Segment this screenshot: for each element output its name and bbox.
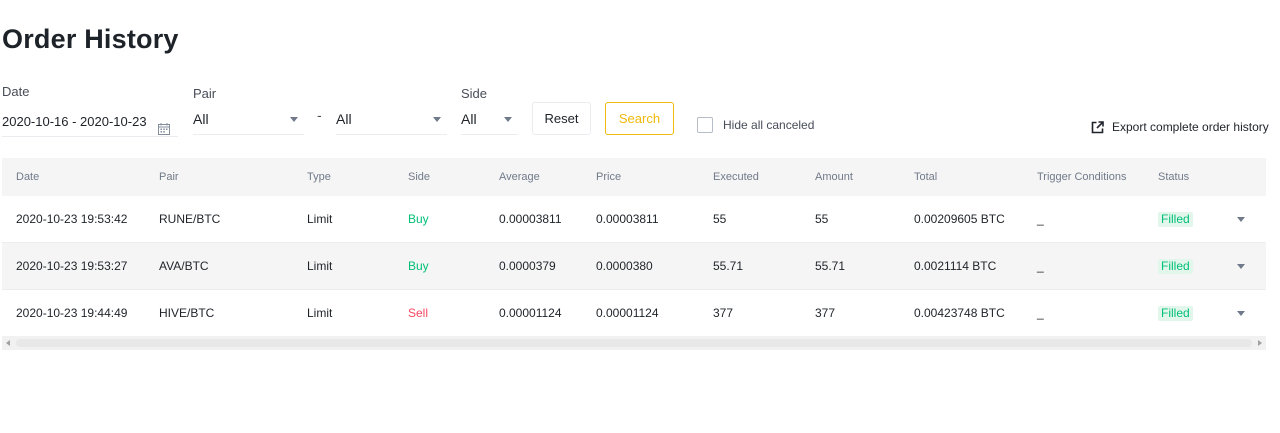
cell-trigger: _	[1037, 212, 1044, 226]
cell-price: 0.00003811	[596, 212, 659, 226]
table-row[interactable]: 2020-10-23 19:53:27 AVA/BTC Limit Buy 0.…	[2, 243, 1266, 290]
side-filter-label: Side	[461, 86, 488, 101]
header-date: Date	[16, 171, 40, 183]
cell-pair: AVA/BTC	[159, 259, 209, 273]
cell-trigger: _	[1037, 259, 1044, 273]
table-row[interactable]: 2020-10-23 19:44:49 HIVE/BTC Limit Sell …	[2, 290, 1266, 337]
cell-amount: 55.71	[815, 259, 846, 273]
scrollbar-thumb[interactable]	[16, 339, 1252, 347]
pair-quote-select[interactable]: All	[336, 105, 447, 135]
chevron-down-icon	[504, 117, 512, 122]
cell-date: 2020-10-23 19:44:49	[16, 306, 128, 320]
status-badge: Filled	[1158, 212, 1193, 227]
cell-trigger: _	[1037, 306, 1044, 320]
cell-executed: 55	[713, 212, 727, 226]
side-select[interactable]: All	[461, 105, 518, 135]
calendar-icon[interactable]	[158, 116, 170, 135]
header-status: Status	[1158, 171, 1190, 183]
cell-date: 2020-10-23 19:53:27	[16, 259, 128, 273]
header-executed: Executed	[713, 171, 759, 183]
cell-price: 0.00001124	[596, 306, 659, 320]
header-amount: Amount	[815, 171, 853, 183]
order-history-table: Date Pair Type Side Average Price Execut…	[2, 158, 1266, 337]
scroll-left-icon[interactable]	[6, 340, 10, 346]
cell-pair: HIVE/BTC	[159, 306, 215, 320]
cell-executed: 377	[713, 306, 734, 320]
cell-type: Limit	[307, 259, 333, 273]
cell-average: 0.00003811	[499, 212, 562, 226]
date-filter-label: Date	[2, 84, 30, 99]
chevron-down-icon[interactable]	[1237, 217, 1245, 222]
status-badge: Filled	[1158, 306, 1193, 321]
header-trigger-conditions: Trigger Conditions	[1037, 171, 1127, 183]
cell-total: 0.0021114 BTC	[914, 259, 997, 273]
header-pair: Pair	[159, 171, 179, 183]
pair-quote-value: All	[336, 111, 352, 127]
cell-average: 0.0000379	[499, 259, 556, 273]
search-button[interactable]: Search	[605, 102, 674, 135]
cell-total: 0.00209605 BTC	[914, 212, 1005, 226]
external-link-icon	[1091, 120, 1104, 134]
side-value: All	[461, 111, 477, 127]
hide-canceled-checkbox[interactable]	[697, 117, 713, 133]
horizontal-scrollbar[interactable]	[2, 336, 1266, 350]
cell-pair: RUNE/BTC	[159, 212, 221, 226]
table-header: Date Pair Type Side Average Price Execut…	[2, 158, 1266, 196]
reset-button[interactable]: Reset	[532, 102, 591, 135]
cell-type: Limit	[307, 212, 333, 226]
cell-side: Buy	[408, 212, 429, 226]
chevron-down-icon[interactable]	[1237, 264, 1245, 269]
cell-type: Limit	[307, 306, 333, 320]
header-side: Side	[408, 171, 431, 183]
header-price: Price	[596, 171, 622, 183]
cell-total: 0.00423748 BTC	[914, 306, 1005, 320]
cell-side: Sell	[408, 306, 429, 320]
cell-average: 0.00001124	[499, 306, 562, 320]
header-average: Average	[499, 171, 540, 183]
scroll-right-icon[interactable]	[1258, 340, 1262, 346]
hide-canceled-label[interactable]: Hide all canceled	[723, 118, 814, 132]
chevron-down-icon	[433, 117, 441, 122]
header-type: Type	[307, 171, 331, 183]
cell-amount: 55	[815, 212, 829, 226]
export-label: Export complete order history	[1112, 120, 1269, 134]
cell-date: 2020-10-23 19:53:42	[16, 212, 128, 226]
header-total: Total	[914, 171, 938, 183]
chevron-down-icon	[290, 117, 298, 122]
pair-separator: -	[317, 107, 322, 123]
pair-base-value: All	[193, 111, 209, 127]
date-range-value: 2020-10-16 - 2020-10-23	[2, 114, 147, 129]
pair-base-select[interactable]: All	[193, 105, 304, 135]
status-badge: Filled	[1158, 259, 1193, 274]
cell-amount: 377	[815, 306, 836, 320]
page-title: Order History	[2, 24, 179, 54]
table-row[interactable]: 2020-10-23 19:53:42 RUNE/BTC Limit Buy 0…	[2, 196, 1266, 243]
date-range-picker[interactable]: 2020-10-16 - 2020-10-23	[2, 107, 178, 137]
cell-price: 0.0000380	[596, 259, 653, 273]
export-order-history-link[interactable]: Export complete order history	[1091, 120, 1269, 134]
cell-executed: 55.71	[713, 259, 744, 273]
cell-side: Buy	[408, 259, 429, 273]
pair-filter-label: Pair	[193, 86, 217, 101]
chevron-down-icon[interactable]	[1237, 311, 1245, 316]
